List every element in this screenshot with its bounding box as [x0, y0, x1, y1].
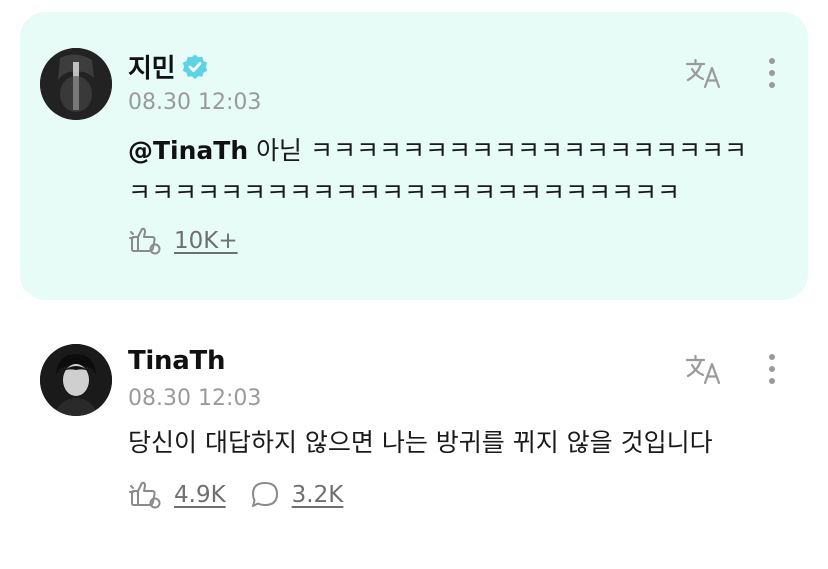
author-name[interactable]: 지민 — [128, 48, 209, 85]
author-name-text: TinaTh — [128, 346, 226, 376]
avatar[interactable] — [40, 344, 112, 416]
like-icon — [129, 481, 161, 509]
post-actions: 4.9K 3.2K — [128, 480, 343, 510]
mention-link[interactable]: @TinaTh — [128, 136, 248, 165]
like-count: 10K+ — [174, 228, 238, 254]
avatar[interactable] — [40, 48, 112, 120]
like-count: 4.9K — [174, 482, 226, 508]
post-actions: 10K+ — [128, 226, 238, 256]
reply-post-highlighted: 지민 08.30 12:03 @TinaTh 아닏 ㅋㅋㅋㅋㅋㅋㅋㅋㅋㅋㅋㅋㅋㅋ… — [20, 12, 808, 300]
comment-count: 3.2K — [291, 482, 344, 508]
author-name[interactable]: TinaTh — [128, 346, 225, 376]
translate-icon[interactable] — [684, 56, 724, 90]
post-timestamp: 08.30 12:03 — [128, 90, 262, 115]
comment-button[interactable]: 3.2K — [250, 480, 344, 510]
like-button[interactable]: 4.9K — [128, 480, 226, 510]
more-vertical-icon[interactable] — [766, 352, 778, 386]
author-name-text: 지민 — [128, 54, 176, 84]
more-vertical-icon[interactable] — [766, 56, 778, 90]
post-timestamp: 08.30 12:03 — [128, 386, 262, 411]
comment-icon — [251, 482, 278, 507]
reply-post: TinaTh 08.30 12:03 당신이 대답하지 않으면 나는 방귀를 뀌… — [20, 330, 808, 560]
translate-icon[interactable] — [684, 352, 724, 386]
post-body: @TinaTh 아닏 ㅋㅋㅋㅋㅋㅋㅋㅋㅋㅋㅋㅋㅋㅋㅋㅋㅋㅋㅋㅋㅋㅋㅋㅋㅋㅋㅋㅋㅋ… — [128, 130, 768, 214]
verified-badge-icon — [183, 54, 208, 79]
like-button[interactable]: 10K+ — [128, 226, 238, 256]
post-body-text: 당신이 대답하지 않으면 나는 방귀를 뀌지 않을 것입니다 — [128, 428, 713, 457]
like-icon — [129, 227, 161, 255]
